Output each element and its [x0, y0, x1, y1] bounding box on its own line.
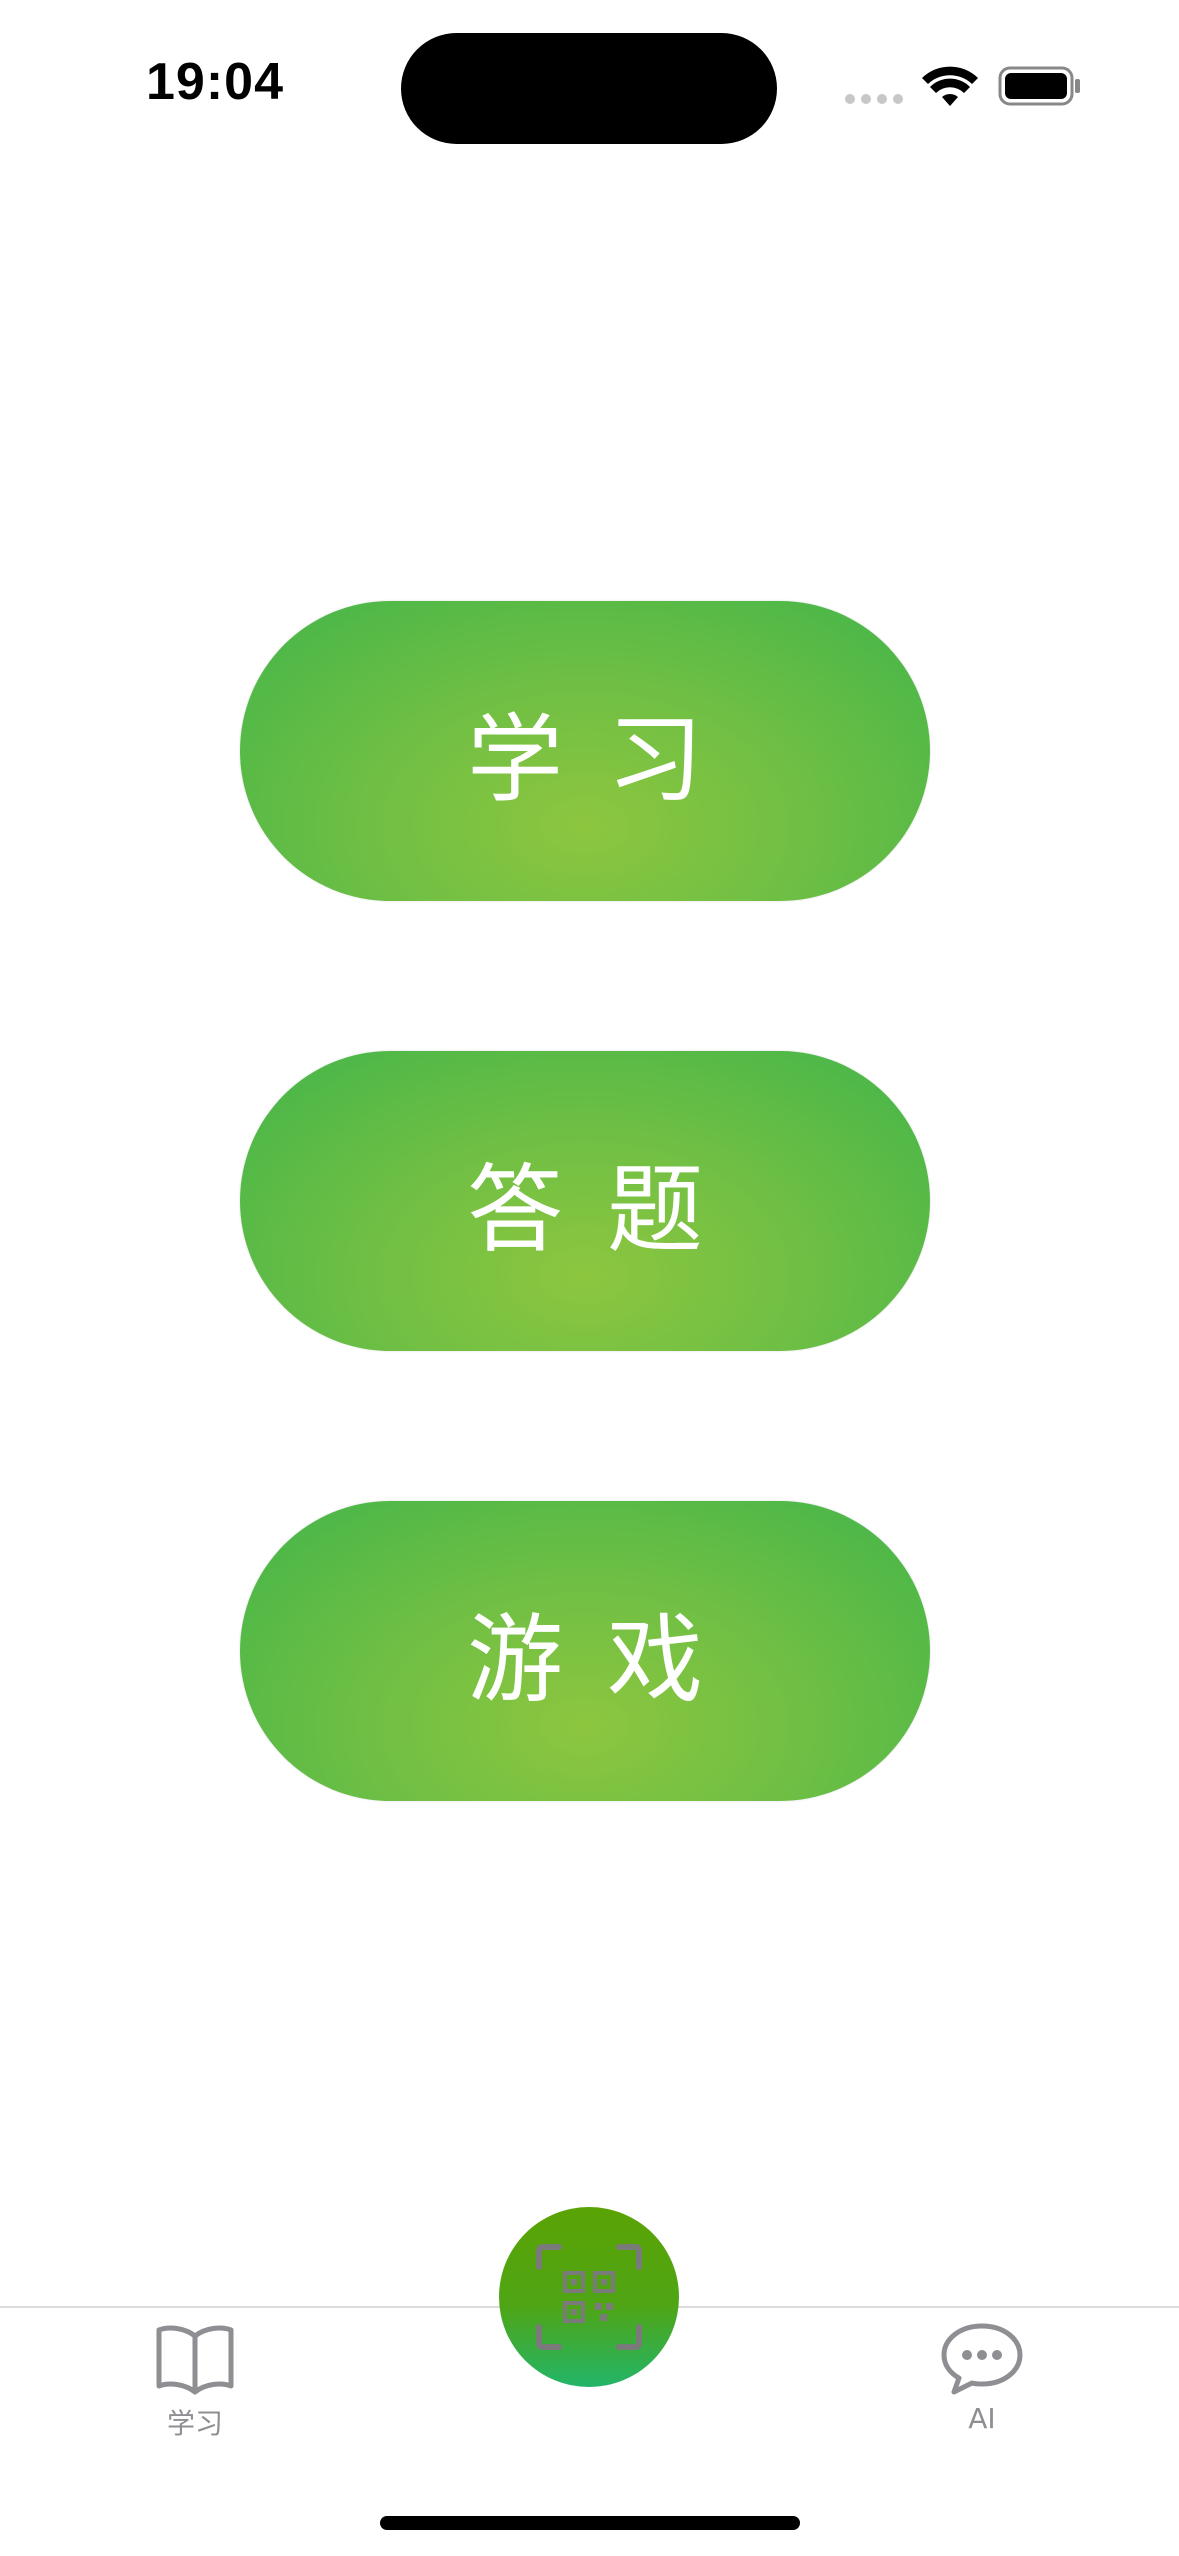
cellular-signal-icon	[845, 94, 905, 108]
tab-learn-label: 学习	[166, 2407, 223, 2440]
game-button-label: 游戏	[467, 1603, 747, 1716]
scan-button[interactable]	[499, 2207, 679, 2387]
qr-scan-icon	[536, 2244, 642, 2350]
learn-button[interactable]: 学习	[240, 601, 930, 901]
tab-ai[interactable]: AI	[882, 2320, 1082, 2470]
dynamic-island	[401, 33, 777, 144]
game-button[interactable]: 游戏	[240, 1501, 930, 1801]
status-time: 19:04	[146, 53, 284, 111]
status-bar: 19:04	[0, 0, 1179, 170]
quiz-button[interactable]: 答题	[240, 1051, 930, 1351]
battery-icon	[998, 66, 1080, 106]
quiz-button-label: 答题	[467, 1153, 747, 1266]
home-indicator	[380, 2516, 800, 2530]
book-icon	[156, 2325, 234, 2395]
tab-learn[interactable]: 学习	[95, 2320, 295, 2470]
wifi-icon	[922, 66, 978, 106]
chat-bubble-icon	[941, 2323, 1023, 2395]
learn-button-label: 学习	[467, 703, 747, 816]
tab-ai-label: AI	[968, 2402, 996, 2435]
